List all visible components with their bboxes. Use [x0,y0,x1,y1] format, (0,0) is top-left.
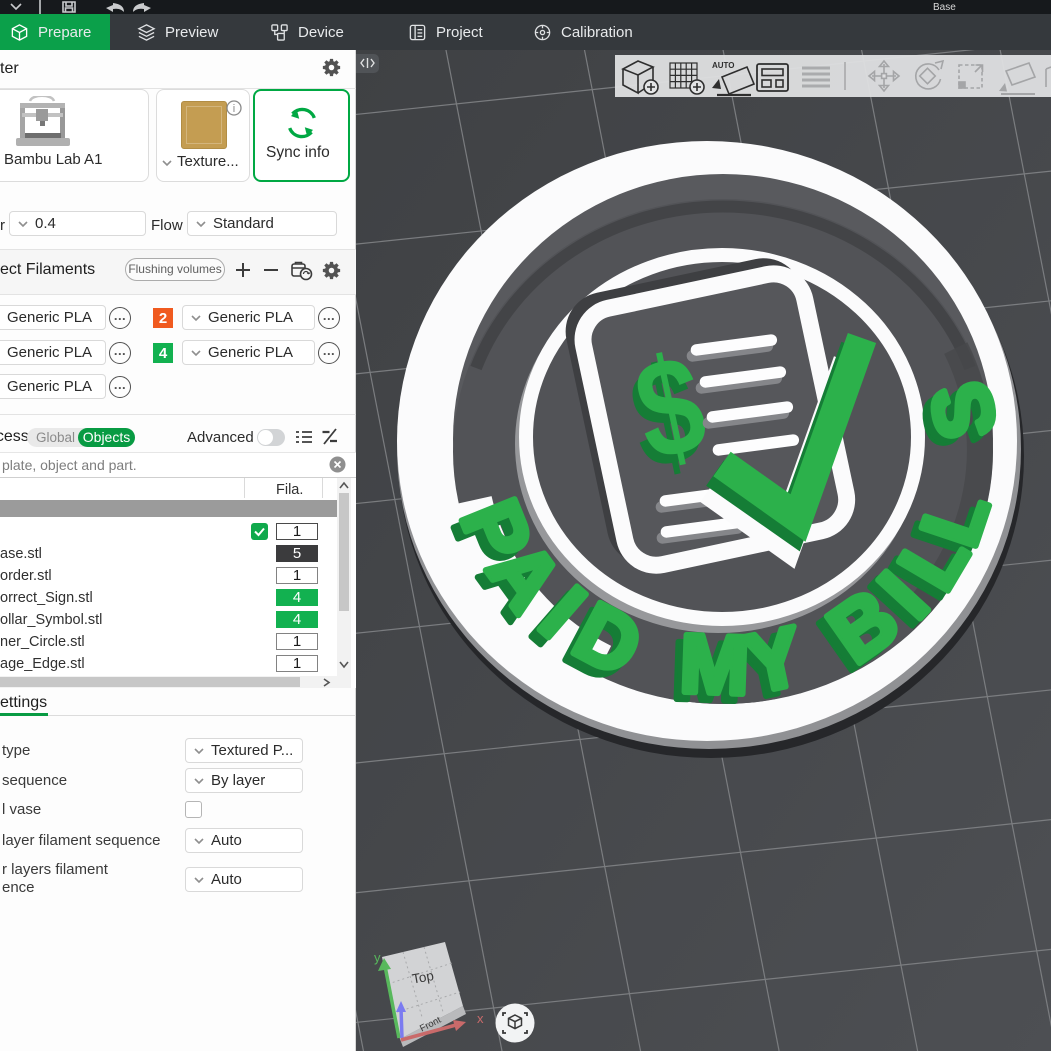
svg-text:x: x [477,1011,484,1026]
svg-text:i: i [233,103,235,115]
svg-text:y: y [374,950,381,965]
svg-text:AUTO: AUTO [712,61,735,70]
svg-text:Base: Base [933,2,956,13]
